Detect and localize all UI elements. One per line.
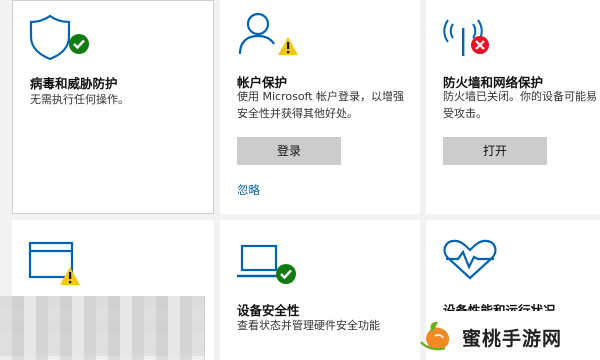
peach-logo-icon bbox=[418, 318, 456, 356]
sign-in-button[interactable]: 登录 bbox=[237, 137, 341, 165]
dismiss-link[interactable]: 忽略 bbox=[237, 182, 260, 198]
pixel-row bbox=[0, 332, 205, 344]
antenna-error-icon bbox=[442, 12, 492, 62]
pixel-row bbox=[0, 296, 205, 308]
pixel-row bbox=[0, 320, 205, 332]
browser-warning-icon bbox=[28, 240, 94, 290]
device-performance-title: 设备性能和运行状况 bbox=[443, 303, 556, 311]
turn-on-button[interactable]: 打开 bbox=[443, 137, 547, 165]
watermark: 蜜桃手游网 bbox=[418, 318, 562, 356]
account-protection-desc-line2: 安全性并获得其他好处。 bbox=[237, 107, 358, 120]
shield-check-icon bbox=[29, 13, 91, 65]
virus-protection-title: 病毒和威胁防护 bbox=[30, 76, 118, 91]
heart-pulse-icon bbox=[442, 238, 498, 286]
virus-protection-desc: 无需执行任何操作。 bbox=[30, 93, 129, 106]
firewall-protection-desc-line1: 防火墙已关闭。你的设备可能易 bbox=[443, 90, 597, 103]
tile-device-security: 设备安全性 查看状态并管理硬件安全功能 bbox=[220, 220, 420, 360]
tile-virus-protection[interactable]: 病毒和威胁防护 无需执行任何操作。 bbox=[12, 0, 214, 214]
tile-firewall-protection: 防火墙和网络保护 防火墙已关闭。你的设备可能易 受攻击。 打开 bbox=[426, 0, 600, 214]
pixelated-area bbox=[0, 296, 205, 360]
person-warning-icon bbox=[236, 10, 302, 62]
pixel-row bbox=[0, 344, 205, 356]
firewall-protection-desc-line2: 受攻击。 bbox=[443, 107, 487, 120]
account-protection-desc-line1: 使用 Microsoft 帐户登录，以增强 bbox=[237, 90, 405, 103]
pixel-row bbox=[0, 308, 205, 320]
laptop-check-icon bbox=[236, 242, 302, 290]
device-security-desc: 查看状态并管理硬件安全功能 bbox=[237, 319, 380, 332]
tile-account-protection: 帐户保护 使用 Microsoft 帐户登录，以增强 安全性并获得其他好处。 登… bbox=[220, 0, 420, 214]
watermark-text: 蜜桃手游网 bbox=[462, 327, 563, 350]
